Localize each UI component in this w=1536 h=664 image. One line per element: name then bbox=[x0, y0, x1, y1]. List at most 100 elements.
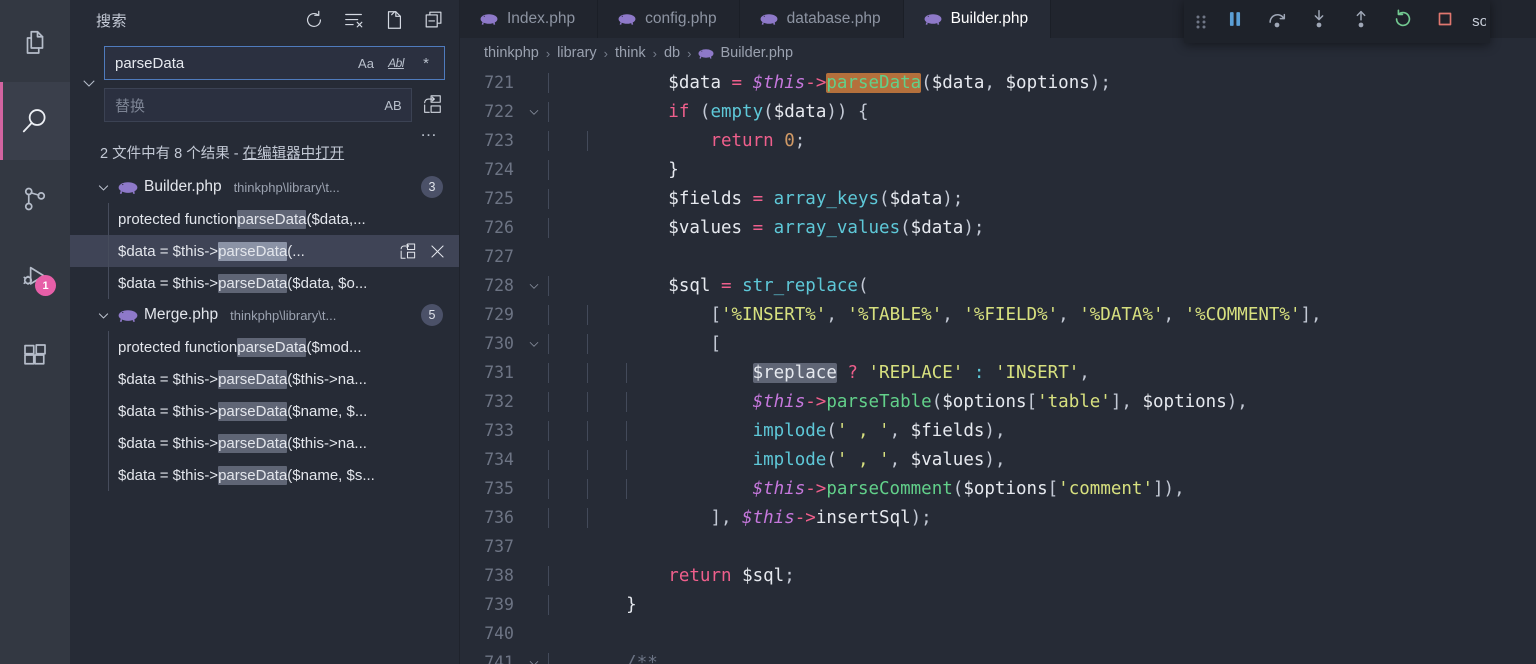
close-icon[interactable] bbox=[427, 241, 447, 261]
breadcrumb-item[interactable]: Builder.php bbox=[698, 45, 793, 61]
search-match-row[interactable]: $data = $this-> parseData ($this->na... bbox=[70, 427, 459, 459]
collapse-all-icon[interactable] bbox=[423, 9, 445, 31]
search-match-row-selected[interactable]: $data = $this-> parseData (... bbox=[70, 235, 459, 267]
toggle-search-details-button[interactable]: … bbox=[70, 122, 459, 139]
sidebar-item-extensions[interactable] bbox=[0, 316, 70, 394]
new-editor-icon[interactable] bbox=[383, 9, 405, 31]
match-prefix: $data = $this-> bbox=[118, 402, 219, 420]
breadcrumb-item[interactable]: library bbox=[557, 45, 596, 61]
fold-chevron-down-icon[interactable] bbox=[522, 337, 546, 351]
search-match-row[interactable]: protected function parseData ($mod... bbox=[70, 331, 459, 363]
code-line[interactable]: 722 if (empty($data)) { bbox=[460, 97, 1536, 126]
result-file-row[interactable]: Builder.php thinkphp\library\t... 3 bbox=[70, 171, 459, 203]
search-match-row[interactable]: protected function parseData ($data,... bbox=[70, 203, 459, 235]
debug-pause-button[interactable] bbox=[1214, 0, 1256, 43]
code-line[interactable]: 740 bbox=[460, 619, 1536, 648]
sidebar-item-explorer[interactable] bbox=[0, 4, 70, 82]
match-text: $data = $this-> parseData (... bbox=[118, 241, 397, 261]
search-match-row[interactable]: $data = $this-> parseData ($name, $s... bbox=[70, 459, 459, 491]
code-line[interactable]: 730 [ bbox=[460, 329, 1536, 358]
debug-step-out-button[interactable] bbox=[1340, 0, 1382, 43]
code-line[interactable]: 735 $this->parseComment($options['commen… bbox=[460, 474, 1536, 503]
sidebar-item-run-and-debug[interactable]: 1 bbox=[0, 238, 70, 316]
match-suffix: ($this->na... bbox=[287, 370, 367, 388]
code-line[interactable]: 728 $sql = str_replace( bbox=[460, 271, 1536, 300]
code-line[interactable]: 731 $replace ? 'REPLACE' : 'INSERT', bbox=[460, 358, 1536, 387]
indent-guide bbox=[548, 159, 549, 180]
fold-chevron-down-icon[interactable] bbox=[522, 279, 546, 293]
tab-config-php[interactable]: config.php bbox=[598, 0, 740, 38]
code-token: parseTable bbox=[826, 391, 932, 412]
fold-chevron-down-icon[interactable] bbox=[522, 656, 546, 664]
refresh-icon[interactable] bbox=[303, 9, 325, 31]
indent-guide bbox=[548, 130, 549, 151]
fold-chevron-down-icon[interactable] bbox=[522, 105, 546, 119]
code-token: [ bbox=[710, 304, 721, 325]
match-case-icon[interactable]: Aa bbox=[354, 51, 378, 75]
replace-all-icon[interactable] bbox=[419, 92, 445, 118]
code-line[interactable]: 734 implode(' , ', $values), bbox=[460, 445, 1536, 474]
code-line[interactable]: 739 } bbox=[460, 590, 1536, 619]
code-line[interactable]: 729 ['%INSERT%', '%TABLE%', '%FIELD%', '… bbox=[460, 300, 1536, 329]
code-line[interactable]: 737 bbox=[460, 532, 1536, 561]
breadcrumb-item[interactable]: db bbox=[664, 45, 680, 61]
sidebar-item-source-control[interactable] bbox=[0, 160, 70, 238]
search-match-row[interactable]: $data = $this-> parseData ($this->na... bbox=[70, 363, 459, 395]
code-line[interactable]: 733 implode(' , ', $fields), bbox=[460, 416, 1536, 445]
search-match-row[interactable]: $data = $this-> parseData ($name, $... bbox=[70, 395, 459, 427]
code-token: [ bbox=[1026, 391, 1038, 412]
whole-word-icon[interactable]: Abl bbox=[384, 51, 408, 75]
tab-database-php[interactable]: database.php bbox=[740, 0, 904, 38]
breadcrumb-item[interactable]: thinkphp bbox=[484, 45, 539, 61]
code-token: return bbox=[668, 565, 732, 586]
code-line[interactable]: 725 $fields = array_keys($data); bbox=[460, 184, 1536, 213]
code-token: '%TABLE%' bbox=[847, 304, 943, 325]
search-match-row[interactable]: $data = $this-> parseData ($data, $o... bbox=[70, 267, 459, 299]
code-token: ], bbox=[1300, 304, 1322, 325]
tab-index-php[interactable]: Index.php bbox=[460, 0, 599, 38]
code-line[interactable]: 723 return 0; bbox=[460, 126, 1536, 155]
result-file-row[interactable]: Merge.php thinkphp\library\t... 5 bbox=[70, 299, 459, 331]
breadcrumb-item[interactable]: think bbox=[615, 45, 646, 61]
line-number: 733 bbox=[484, 421, 514, 440]
code-line[interactable]: 726 $values = array_values($data); bbox=[460, 213, 1536, 242]
breadcrumb-label: library bbox=[557, 45, 597, 61]
tab-builder-php[interactable]: Builder.php bbox=[903, 0, 1052, 38]
match-prefix: $data = $this-> bbox=[118, 274, 219, 292]
sidebar-item-search[interactable] bbox=[0, 82, 70, 160]
open-in-editor-link[interactable]: 在编辑器中打开 bbox=[243, 146, 345, 162]
code-line[interactable]: 721 $data = $this->parseData($data, $opt… bbox=[460, 68, 1536, 97]
result-file-path: thinkphp\library\t... bbox=[230, 307, 337, 323]
code-line[interactable]: 738 return $sql; bbox=[460, 561, 1536, 590]
preserve-case-icon[interactable]: AB bbox=[381, 93, 405, 117]
toggle-replace-chevron-down-icon[interactable] bbox=[74, 46, 104, 120]
code-line-text: $fields = array_keys($data); bbox=[546, 188, 963, 209]
search-sidebar: 搜索 parseData Aa Abl * 替换 AB … 2 文件中有 8 个… bbox=[70, 0, 460, 664]
replace-input[interactable]: 替换 AB bbox=[104, 88, 412, 122]
code-line[interactable]: 724 } bbox=[460, 155, 1536, 184]
php-file-icon bbox=[924, 10, 942, 28]
debug-step-into-button[interactable] bbox=[1298, 0, 1340, 43]
run-debug-badge: 1 bbox=[35, 275, 56, 296]
code-line[interactable]: 741 /** bbox=[460, 648, 1536, 664]
code-line[interactable]: 732 $this->parseTable($options['table'],… bbox=[460, 387, 1536, 416]
debug-restart-button[interactable] bbox=[1382, 0, 1424, 43]
chevron-down-icon[interactable] bbox=[94, 308, 112, 323]
match-suffix: ($name, $s... bbox=[287, 466, 375, 484]
drag-grip-icon[interactable] bbox=[1188, 0, 1214, 43]
replace-icon[interactable] bbox=[397, 241, 417, 261]
code-line[interactable]: 736 ], $this->insertSql); bbox=[460, 503, 1536, 532]
indent-guide bbox=[626, 362, 627, 383]
clear-all-icon[interactable] bbox=[343, 9, 365, 31]
regex-icon[interactable]: * bbox=[414, 51, 438, 75]
code-editor[interactable]: 721 $data = $this->parseData($data, $opt… bbox=[460, 68, 1536, 664]
debug-stop-button[interactable] bbox=[1424, 0, 1466, 43]
search-input[interactable]: parseData Aa Abl * bbox=[104, 46, 445, 80]
debug-step-over-button[interactable] bbox=[1256, 0, 1298, 43]
code-line[interactable]: 727 bbox=[460, 242, 1536, 271]
chevron-down-icon[interactable] bbox=[94, 180, 112, 195]
indent-guide bbox=[626, 391, 627, 412]
